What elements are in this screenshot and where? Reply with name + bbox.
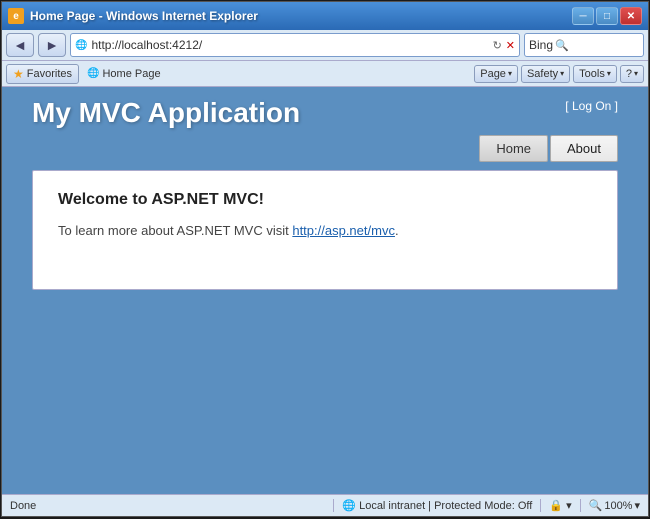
tab-page-icon: 🌐 bbox=[87, 68, 99, 79]
welcome-heading: Welcome to ASP.NET MVC! bbox=[58, 191, 592, 209]
page-chevron: ▾ bbox=[508, 69, 512, 78]
browser-window: e Home Page - Windows Internet Explorer … bbox=[1, 1, 649, 517]
logon-link[interactable]: [ Log On ] bbox=[565, 97, 618, 113]
zoom-icon: 🔍 bbox=[589, 499, 603, 512]
status-zone-icon: 🌐 bbox=[342, 499, 356, 512]
app-title-row: My MVC Application [ Log On ] bbox=[32, 97, 618, 129]
safety-menu[interactable]: Safety ▾ bbox=[521, 65, 570, 83]
tools-chevron: ▾ bbox=[607, 69, 611, 78]
stop-icon[interactable]: ✕ bbox=[506, 39, 515, 52]
tab-label: Home Page bbox=[102, 68, 160, 80]
about-nav-button[interactable]: About bbox=[550, 135, 618, 162]
title-bar: e Home Page - Windows Internet Explorer … bbox=[2, 2, 648, 30]
status-zoom: 🔍 100% ▾ bbox=[580, 499, 640, 512]
text-after-link: . bbox=[395, 223, 399, 238]
status-zone: 🌐 Local intranet | Protected Mode: Off bbox=[333, 499, 532, 512]
status-lock: 🔒 ▾ bbox=[540, 499, 571, 512]
search-wrap[interactable]: Bing 🔍 bbox=[524, 33, 644, 57]
search-button[interactable]: 🔍 bbox=[555, 39, 569, 52]
minimize-button[interactable]: ─ bbox=[572, 7, 594, 25]
maximize-button[interactable]: □ bbox=[596, 7, 618, 25]
search-text: Bing bbox=[529, 38, 553, 52]
close-button[interactable]: ✕ bbox=[620, 7, 642, 25]
browser-content: My MVC Application [ Log On ] Home About… bbox=[2, 87, 648, 494]
star-icon: ★ bbox=[13, 67, 24, 81]
status-zone-text: Local intranet | Protected Mode: Off bbox=[359, 500, 532, 512]
page-label: Page bbox=[480, 68, 506, 80]
help-label: ? bbox=[626, 68, 632, 80]
favorites-bar: ★ Favorites 🌐 Home Page Page ▾ Safety ▾ … bbox=[2, 61, 648, 87]
status-bar: Done 🌐 Local intranet | Protected Mode: … bbox=[2, 494, 648, 516]
safety-label: Safety bbox=[527, 68, 558, 80]
app-title: My MVC Application bbox=[32, 97, 300, 129]
lock-icon: 🔒 bbox=[549, 500, 563, 512]
zoom-chevron[interactable]: ▾ bbox=[634, 499, 640, 512]
home-nav-button[interactable]: Home bbox=[479, 135, 548, 162]
ie-icon: e bbox=[8, 8, 24, 24]
safety-chevron: ▾ bbox=[560, 69, 564, 78]
favorites-button[interactable]: ★ Favorites bbox=[6, 64, 79, 84]
window-controls: ─ □ ✕ bbox=[572, 7, 642, 25]
zoom-text: 100% bbox=[604, 500, 632, 512]
page-menu[interactable]: Page ▾ bbox=[474, 65, 518, 83]
mvc-link[interactable]: http://asp.net/mvc bbox=[292, 223, 395, 238]
welcome-text: To learn more about ASP.NET MVC visit ht… bbox=[58, 223, 592, 238]
forward-button[interactable]: ► bbox=[38, 33, 66, 57]
tools-menu[interactable]: Tools ▾ bbox=[573, 65, 617, 83]
lock-chevron[interactable]: ▾ bbox=[566, 500, 572, 512]
app-header: My MVC Application [ Log On ] Home About bbox=[2, 87, 648, 170]
back-button[interactable]: ◄ bbox=[6, 33, 34, 57]
help-chevron: ▾ bbox=[634, 69, 638, 78]
address-bar: ◄ ► 🌐 http://localhost:4212/ ↻ ✕ Bing 🔍 bbox=[2, 30, 648, 61]
window-title: Home Page - Windows Internet Explorer bbox=[30, 9, 566, 23]
favorites-label: Favorites bbox=[27, 68, 72, 80]
page-icon: 🌐 bbox=[75, 40, 87, 51]
status-text: Done bbox=[10, 500, 325, 512]
address-input[interactable]: http://localhost:4212/ bbox=[91, 38, 488, 52]
tools-label: Tools bbox=[579, 68, 605, 80]
refresh-icon[interactable]: ↻ bbox=[493, 39, 502, 52]
help-menu[interactable]: ? ▾ bbox=[620, 65, 644, 83]
address-input-wrap[interactable]: 🌐 http://localhost:4212/ ↻ ✕ bbox=[70, 33, 520, 57]
content-area: Welcome to ASP.NET MVC! To learn more ab… bbox=[32, 170, 618, 290]
nav-buttons: Home About bbox=[479, 135, 618, 162]
toolbar-right: Page ▾ Safety ▾ Tools ▾ ? ▾ bbox=[474, 65, 644, 83]
tab-homepage[interactable]: 🌐 Home Page bbox=[87, 68, 161, 80]
text-before-link: To learn more about ASP.NET MVC visit bbox=[58, 223, 292, 238]
